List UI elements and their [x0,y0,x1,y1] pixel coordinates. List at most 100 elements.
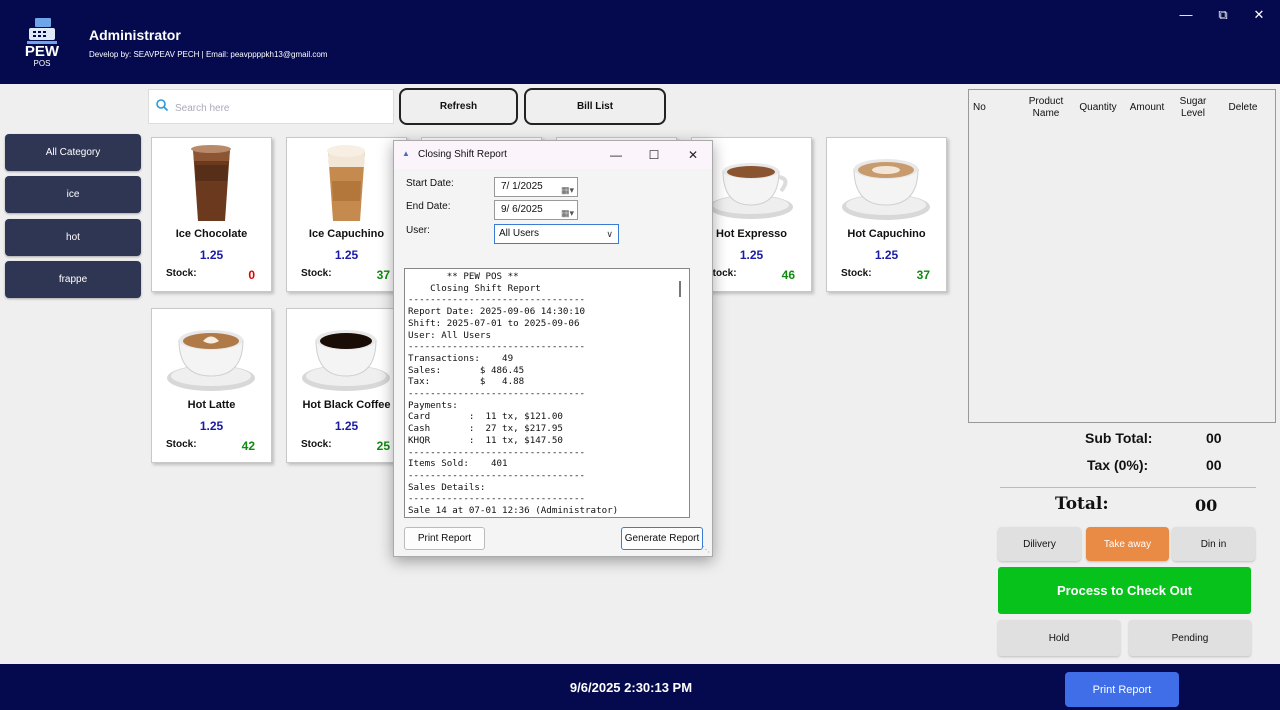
chevron-down-icon: ∨ [606,229,613,239]
report-line: Report Date: 2025-09-06 14:30:10 [408,306,586,318]
column-header: Sugar Level [1179,95,1207,119]
column-header: Delete [1228,101,1258,113]
tax-value: 00 [1206,457,1222,473]
close-icon: ✕ [687,148,699,162]
delivery-button[interactable]: Dilivery [998,527,1081,561]
close-icon: ✕ [1253,7,1265,22]
order-table-header: No Product Name Quantity Amount Sugar Le… [969,90,1275,125]
report-line: Cash : 27 tx, $217.95 [408,423,563,435]
latte-cup-image [167,330,255,391]
report-line: -------------------------------- [408,388,586,400]
report-line: Sales: $ 486.45 [408,364,525,376]
report-line: Tax: $ 4.88 [408,376,525,388]
search-icon [156,99,169,112]
column-header: Quantity [1079,101,1117,113]
black-coffee-cup-image [302,330,390,391]
stock-count: 42 [241,439,255,453]
report-line: ** PEW POS ** [408,271,519,282]
app-header: PEW POS Administrator Develop by: SEAVPE… [0,0,1280,84]
window-minimize-button[interactable]: — [1177,6,1195,24]
product-name: Hot Capuchino [847,228,926,240]
product-price: 1.25 [874,248,899,262]
user-role-title: Administrator [89,27,181,43]
stock-label: Stock: [301,439,332,450]
column-header: Amount [1129,101,1165,113]
dialog-close-button[interactable]: ✕ [685,147,701,163]
resize-grip-icon[interactable]: ⋱ [702,545,710,554]
report-line: Shift: 2025-07-01 to 2025-09-06 [408,317,580,329]
search-box[interactable] [148,89,394,124]
product-name: Ice Capuchino [308,228,385,240]
maximize-icon: ⧉ [1218,7,1228,22]
developer-credit: Develop by: SEAVPEAV PECH | Email: peavp… [89,50,328,59]
product-price: 1.25 [334,248,359,262]
print-report-button[interactable]: Print Report [1065,672,1179,707]
report-text-area[interactable]: ** PEW POS ** Closing Shift Report ------… [404,268,690,518]
report-line: Closing Shift Report [408,282,541,294]
bill-list-button[interactable]: Bill List [524,88,666,125]
report-scrollbar[interactable] [679,281,681,297]
window-maximize-button[interactable]: ⧉ [1214,6,1232,24]
category-hot[interactable]: hot [5,219,141,256]
dialog-print-report-button[interactable]: Print Report [404,527,485,550]
product-card[interactable]: Ice Capuchino 1.25 Stock: 37 [286,137,407,292]
report-line: User: All Users [408,329,491,341]
report-line: KHQR : 11 tx, $147.50 [408,434,563,446]
hold-button[interactable]: Hold [998,620,1120,656]
product-price: 1.25 [199,419,224,433]
calendar-dropdown-icon[interactable]: ▦▾ [561,181,574,199]
start-date-picker[interactable]: 7/ 1/2025 ▦▾ [494,177,578,197]
calendar-dropdown-icon[interactable]: ▦▾ [561,204,574,222]
stock-count: 0 [248,268,255,282]
stock-count: 37 [916,268,930,282]
category-ice[interactable]: ice [5,176,141,213]
product-card[interactable]: Hot Latte 1.25 Stock: 42 [151,308,272,463]
tax-label: Tax (0%): [1087,457,1149,473]
divider [1000,487,1256,488]
iced-cappuccino-image [327,145,365,221]
dialog-title: Closing Shift Report [418,149,507,160]
report-line: Transactions: 49 [408,352,514,364]
window-close-button[interactable]: ✕ [1250,6,1268,24]
user-select-value: All Users [499,228,540,239]
logo-text: PEW [24,43,60,60]
order-table[interactable]: No Product Name Quantity Amount Sugar Le… [968,89,1276,423]
minimize-icon: — [1179,7,1193,22]
product-card[interactable]: Ice Chocolate 1.25 Stock: 0 [151,137,272,292]
generate-report-button[interactable]: Generate Report [621,527,703,550]
product-price: 1.25 [334,419,359,433]
product-name: Hot Latte [187,399,236,411]
subtotal-value: 00 [1206,430,1222,446]
product-name: Hot Black Coffee [302,399,391,411]
end-date-value: 9/ 6/2025 [501,204,543,215]
pending-button[interactable]: Pending [1129,620,1251,656]
column-header: No [973,101,986,113]
report-line: -------------------------------- [408,446,586,458]
user-select[interactable]: All Users ∨ [494,224,619,244]
iced-chocolate-image [191,145,231,221]
product-card[interactable]: Hot Black Coffee 1.25 Stock: 25 [286,308,407,463]
dialog-maximize-button[interactable]: ☐ [646,147,662,163]
end-date-label: End Date: [406,201,451,212]
dine-in-button[interactable]: Din in [1172,527,1255,561]
dialog-minimize-button[interactable]: — [608,147,624,163]
product-name: Ice Chocolate [175,228,248,240]
category-frappe[interactable]: frappe [5,261,141,298]
refresh-button[interactable]: Refresh [399,88,518,125]
cash-register-icon [27,18,57,44]
category-all[interactable]: All Category [5,134,141,171]
search-input[interactable] [175,98,375,118]
checkout-button[interactable]: Process to Check Out [998,567,1251,614]
total-value: 00 [1195,496,1218,515]
dialog-titlebar[interactable]: ▲ Closing Shift Report — ☐ ✕ [394,141,712,169]
end-date-picker[interactable]: 9/ 6/2025 ▦▾ [494,200,578,220]
stock-label: Stock: [841,268,872,279]
stock-label: Stock: [301,268,332,279]
stock-label: Stock: [166,268,197,279]
closing-shift-report-dialog[interactable]: ▲ Closing Shift Report — ☐ ✕ Start Date:… [393,140,713,557]
product-card[interactable]: Hot Capuchino 1.25 Stock: 37 [826,137,947,292]
take-away-button[interactable]: Take away [1086,527,1169,561]
logo-subtext: POS [33,59,51,68]
report-line: Sales Details: [408,481,486,493]
stock-count: 25 [376,439,390,453]
